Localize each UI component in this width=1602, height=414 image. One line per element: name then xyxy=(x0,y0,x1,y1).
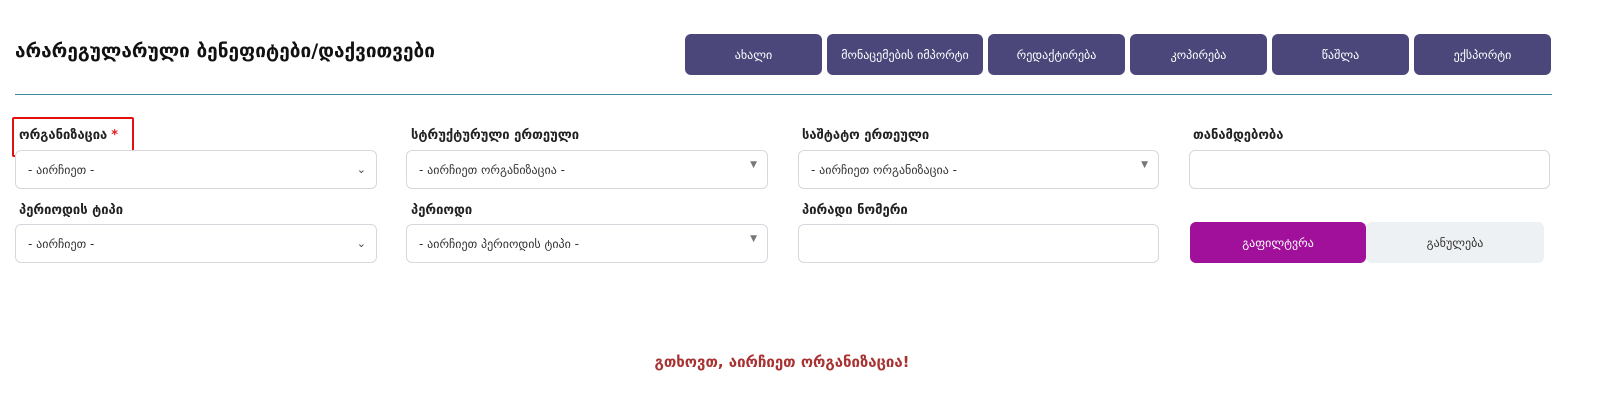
new-button[interactable]: ახალი xyxy=(685,34,822,75)
reset-button[interactable]: განულება xyxy=(1366,222,1544,263)
page-title: არარეგულარული ბენეფიტები/დაქვითვები xyxy=(15,40,435,62)
header-divider xyxy=(15,94,1552,95)
caret-down-icon: ▼ xyxy=(750,234,757,244)
import-data-button[interactable]: მონაცემების იმპორტი xyxy=(827,34,983,75)
page-card: არარეგულარული ბენეფიტები/დაქვითვები ახალ… xyxy=(0,0,1602,400)
structural-unit-label: სტრუქტურული ერთეული xyxy=(411,128,580,143)
select-organization-message: გთხოვთ, აირჩიეთ ორგანიზაცია! xyxy=(654,353,910,371)
edit-button[interactable]: რედაქტირება xyxy=(988,34,1125,75)
staff-unit-label: საშტატო ერთეული xyxy=(802,128,930,143)
personal-number-label: პირადი ნომერი xyxy=(802,203,908,218)
structural-unit-select-value: - აირჩიეთ ორგანიზაცია - xyxy=(419,162,565,177)
organization-label: ორგანიზაცია * xyxy=(19,128,118,143)
copy-button[interactable]: კოპირება xyxy=(1130,34,1267,75)
period-type-select[interactable]: - აირჩიეთ - ⌄ xyxy=(15,224,377,263)
structural-unit-select[interactable]: - აირჩიეთ ორგანიზაცია - ▼ xyxy=(406,150,768,189)
period-label: პერიოდი xyxy=(411,203,473,218)
position-label: თანამდებობა xyxy=(1193,128,1284,143)
staff-unit-select-value: - აირჩიეთ ორგანიზაცია - xyxy=(811,162,957,177)
organization-select[interactable]: - აირჩიეთ - ⌄ xyxy=(15,150,377,189)
period-select-value: - აირჩიეთ პერიოდის ტიპი - xyxy=(419,236,580,251)
delete-button[interactable]: წაშლა xyxy=(1272,34,1409,75)
period-select[interactable]: - აირჩიეთ პერიოდის ტიპი - ▼ xyxy=(406,224,768,263)
period-type-label: პერიოდის ტიპი xyxy=(19,203,124,218)
organization-select-value: - აირჩიეთ - xyxy=(28,162,95,177)
chevron-down-icon: ⌄ xyxy=(356,163,366,176)
required-asterisk: * xyxy=(111,128,119,143)
organization-label-text: ორგანიზაცია xyxy=(19,128,108,143)
personal-number-input[interactable] xyxy=(798,224,1159,263)
position-input[interactable] xyxy=(1189,150,1550,189)
period-type-select-value: - აირჩიეთ - xyxy=(28,236,95,251)
filter-button[interactable]: გაფილტვრა xyxy=(1190,222,1366,263)
caret-down-icon: ▼ xyxy=(1141,160,1148,170)
staff-unit-select[interactable]: - აირჩიეთ ორგანიზაცია - ▼ xyxy=(798,150,1159,189)
caret-down-icon: ▼ xyxy=(750,160,757,170)
export-button[interactable]: ექსპორტი xyxy=(1414,34,1551,75)
chevron-down-icon: ⌄ xyxy=(356,237,366,250)
